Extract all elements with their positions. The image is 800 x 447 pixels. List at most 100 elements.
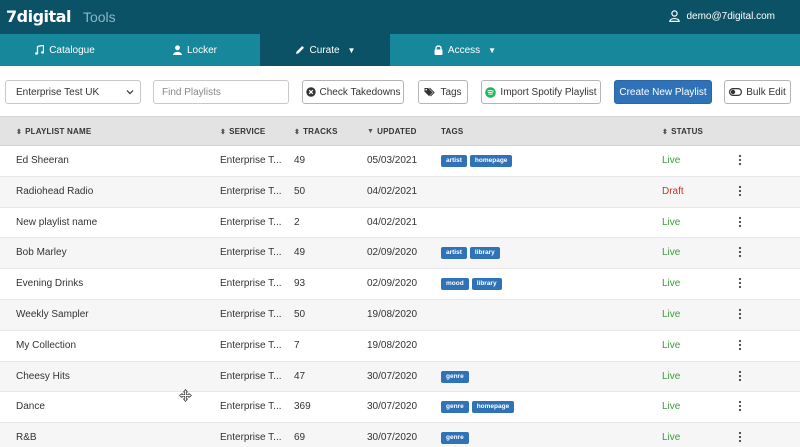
playlist-name[interactable]: Dance (16, 401, 45, 412)
nav-label: Catalogue (49, 44, 95, 56)
table-row[interactable]: My Collection Enterprise T... 7 19/08/2020 L… (0, 331, 800, 362)
tag-badge: artist (441, 247, 467, 260)
nav-item-catalogue[interactable]: Catalogue (0, 34, 130, 66)
status-badge: Live (662, 278, 681, 290)
tag-badge: library (471, 278, 502, 291)
playlist-name[interactable]: New playlist name (16, 217, 97, 228)
updated-cell: 04/02/2021 (367, 185, 418, 197)
user-icon (172, 45, 182, 55)
nav-label: Locker (186, 44, 217, 56)
table-row[interactable]: Weekly Sampler Enterprise T... 50 19/08/202… (0, 299, 800, 331)
status-badge: Live (662, 216, 681, 228)
column-header-playlist-name[interactable]: ⬍ PLAYLIST NAME (16, 127, 91, 136)
more-vertical-icon[interactable] (737, 154, 743, 166)
nav-item-curate[interactable]: Curate ▼ (260, 34, 390, 66)
playlist-name[interactable]: Ed Sheeran (16, 155, 69, 166)
bulk-edit-button[interactable]: Bulk Edit (724, 80, 791, 104)
user-email: demo@7digital.com (686, 10, 775, 22)
playlist-name[interactable]: Cheesy Hits (16, 371, 70, 382)
tags-cell: genre (441, 370, 469, 383)
nav-item-access[interactable]: Access ▼ (390, 34, 540, 66)
move-cursor-icon (179, 389, 192, 402)
sort-icon: ⬍ (220, 128, 227, 136)
user-menu[interactable]: demo@7digital.com (669, 10, 775, 22)
check-takedowns-button[interactable]: Check Takedowns (302, 80, 404, 104)
playlist-name[interactable]: Weekly Sampler (16, 309, 89, 320)
more-vertical-icon[interactable] (737, 400, 743, 412)
service-select-value: Enterprise Test UK (16, 86, 100, 98)
service-cell: Enterprise T... (220, 339, 282, 351)
lock-icon (434, 45, 443, 55)
more-vertical-icon[interactable] (737, 185, 743, 197)
table-header: ⬍ PLAYLIST NAME ⬍ SERVICE ⬍ TRACKS ▼ UPDATED… (0, 116, 800, 146)
tag-badge: genre (441, 401, 469, 414)
find-playlists-input[interactable] (153, 80, 289, 104)
status-badge: Live (662, 432, 681, 444)
table-row[interactable]: R&B Enterprise T... 69 30/07/2020 genre Live (0, 423, 800, 447)
playlist-name[interactable]: Evening Drinks (16, 278, 83, 289)
service-cell: Enterprise T... (220, 185, 282, 197)
service-cell: Enterprise T... (220, 370, 282, 382)
playlist-name[interactable]: R&B (16, 432, 37, 443)
tracks-cell: 49 (294, 247, 306, 259)
nav-item-locker[interactable]: Locker (130, 34, 260, 66)
column-header-tracks[interactable]: ⬍ TRACKS (294, 127, 338, 136)
more-vertical-icon[interactable] (737, 339, 743, 351)
import-spotify-button[interactable]: Import Spotify Playlist (481, 80, 601, 104)
column-header-updated[interactable]: ▼ UPDATED (367, 127, 417, 136)
status-badge: Live (662, 339, 681, 351)
tracks-cell: 369 (294, 401, 311, 413)
toggle-icon (729, 88, 743, 96)
top-bar: 7digital Tools demo@7digital.com (0, 0, 800, 34)
tracks-cell: 2 (294, 216, 300, 228)
tag-badge: artist (441, 155, 467, 167)
tracks-cell: 49 (294, 155, 306, 166)
times-circle-icon (305, 87, 316, 97)
column-header-service[interactable]: ⬍ SERVICE (220, 127, 265, 136)
table-row[interactable]: Cheesy Hits Enterprise T... 47 30/07/2020 ge… (0, 361, 800, 393)
updated-cell: 30/07/2020 (367, 401, 418, 413)
updated-cell: 19/08/2020 (367, 339, 418, 351)
tracks-cell: 50 (294, 308, 306, 320)
service-cell: Enterprise T... (220, 247, 282, 259)
more-vertical-icon[interactable] (737, 277, 743, 289)
table-row[interactable]: Ed Sheeran Enterprise T... 49 05/03/2021 art… (0, 146, 800, 177)
service-cell: Enterprise T... (220, 278, 282, 290)
updated-cell: 05/03/2021 (367, 155, 418, 166)
playlist-name[interactable]: My Collection (16, 340, 76, 351)
sort-icon: ⬍ (16, 128, 23, 136)
more-vertical-icon[interactable] (737, 216, 743, 228)
service-cell: Enterprise T... (220, 155, 282, 166)
table-row[interactable]: Dance Enterprise T... 369 30/07/2020 genre ho… (0, 392, 800, 424)
table-row[interactable]: New playlist name Enterprise T... 2 04/02/2… (0, 208, 800, 239)
logo[interactable]: 7digital Tools (6, 7, 116, 27)
tags-label: Tags (440, 86, 462, 98)
more-vertical-icon[interactable] (737, 246, 743, 258)
playlist-name[interactable]: Bob Marley (16, 247, 67, 258)
table-body: Ed Sheeran Enterprise T... 49 05/03/2021 art… (0, 146, 800, 447)
bulk-edit-label: Bulk Edit (746, 86, 786, 98)
table-row[interactable]: Radiohead Radio Enterprise T... 50 04/02/20… (0, 176, 800, 208)
more-vertical-icon[interactable] (737, 431, 743, 443)
status-badge: Live (662, 370, 681, 382)
column-header-status[interactable]: ⬍ STATUS (662, 127, 703, 136)
more-vertical-icon[interactable] (737, 370, 743, 382)
tag-badge: library (469, 247, 500, 260)
more-vertical-icon[interactable] (737, 308, 743, 320)
updated-cell: 02/09/2020 (367, 278, 418, 290)
tags-button[interactable]: Tags (418, 80, 468, 104)
playlist-name[interactable]: Radiohead Radio (16, 186, 93, 197)
service-cell: Enterprise T... (220, 401, 282, 413)
column-header-tags: TAGS (441, 127, 464, 136)
create-new-playlist-button[interactable]: Create New Playlist (614, 80, 712, 104)
status-badge: Live (662, 247, 681, 259)
tracks-cell: 7 (294, 339, 300, 351)
table-row[interactable]: Evening Drinks Enterprise T... 93 02/09/202… (0, 269, 800, 300)
tag-badge: genre (441, 370, 469, 383)
updated-cell: 02/09/2020 (367, 247, 418, 259)
tracks-cell: 47 (294, 370, 306, 382)
tag-badge: homepage (471, 401, 515, 414)
service-select[interactable]: Enterprise Test UK (5, 80, 141, 104)
table-row[interactable]: Bob Marley Enterprise T... 49 02/09/2020 art… (0, 238, 800, 270)
status-badge: Live (662, 308, 681, 320)
